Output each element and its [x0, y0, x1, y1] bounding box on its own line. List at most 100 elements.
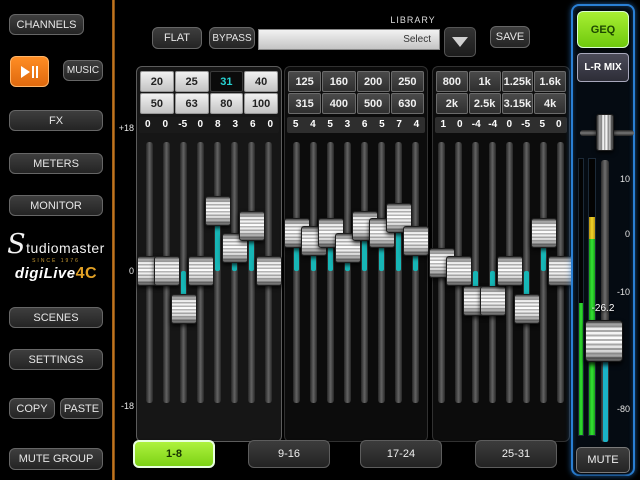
pan-slider-knob[interactable] [596, 114, 614, 151]
tab-1-8[interactable]: 1-8 [133, 440, 215, 468]
tab-25-31[interactable]: 25-31 [475, 440, 557, 468]
gain-value-0-2: -5 [174, 117, 192, 133]
model-logo: digiLive4C [6, 265, 106, 283]
sidebar-item-settings[interactable]: SETTINGS [9, 349, 103, 370]
bypass-button[interactable]: BYPASS [209, 27, 255, 49]
gain-value-1-7: 4 [408, 117, 425, 133]
save-button[interactable]: SAVE [490, 26, 530, 48]
sidebar: CHANNELS MUSIC FX METERS MONITOR Studiom… [0, 0, 112, 480]
freq-cell-80[interactable]: 80 [210, 93, 244, 114]
sidebar-item-music[interactable]: MUSIC [63, 60, 103, 81]
geq-fader-track-1-1[interactable] [310, 142, 317, 403]
freq-cell-200[interactable]: 200 [357, 71, 390, 92]
geq-fader-knob-2-6[interactable] [531, 218, 557, 248]
freq-cell-500[interactable]: 500 [357, 93, 390, 114]
freq-cell-3.15k[interactable]: 3.15k [502, 93, 534, 114]
geq-fader-track-1-2[interactable] [327, 142, 334, 403]
freq-cell-800[interactable]: 800 [436, 71, 468, 92]
lr-mix-button[interactable]: L-R MIX [577, 53, 629, 82]
freq-cell-2k[interactable]: 2k [436, 93, 468, 114]
freq-cell-1.25k[interactable]: 1.25k [502, 71, 534, 92]
geq-fader-knob-0-3[interactable] [188, 256, 214, 286]
paste-button[interactable]: PASTE [60, 398, 103, 419]
freq-cell-63[interactable]: 63 [175, 93, 209, 114]
gain-value-0-0: 0 [139, 117, 157, 133]
freq-grid-2: 125160200250 315400500630 [288, 71, 424, 114]
tab-9-16[interactable]: 9-16 [248, 440, 330, 468]
geq-fader-track-1-0[interactable] [293, 142, 300, 403]
mute-button[interactable]: MUTE [576, 447, 630, 473]
freq-cell-40[interactable]: 40 [244, 71, 278, 92]
freq-cell-1k[interactable]: 1k [469, 71, 501, 92]
library-select[interactable]: Select [258, 29, 440, 50]
gain-value-0-1: 0 [157, 117, 175, 133]
sidebar-item-monitor[interactable]: MONITOR [9, 195, 103, 216]
gain-value-1-1: 4 [304, 117, 321, 133]
geq-fader-knob-0-4[interactable] [205, 196, 231, 226]
sidebar-item-channels[interactable]: CHANNELS [9, 14, 84, 35]
play-pause-button[interactable] [10, 56, 49, 87]
geq-fader-track-0-6[interactable] [248, 142, 255, 403]
geq-fader-track-1-5[interactable] [378, 142, 385, 403]
geq-fader-track-1-7[interactable] [412, 142, 419, 403]
geq-fader-track-1-6[interactable] [395, 142, 402, 403]
gain-value-2-6: 5 [534, 117, 551, 133]
freq-cell-4k[interactable]: 4k [534, 93, 566, 114]
geq-fader-knob-2-1[interactable] [446, 256, 472, 286]
freq-cell-100[interactable]: 100 [244, 93, 278, 114]
freq-cell-160[interactable]: 160 [322, 71, 355, 92]
geq-fader-knob-0-1[interactable] [154, 256, 180, 286]
geq-button[interactable]: GEQ [577, 11, 629, 48]
freq-cell-630[interactable]: 630 [391, 93, 424, 114]
mute-group-button[interactable]: MUTE GROUP [9, 448, 103, 470]
freq-cell-315[interactable]: 315 [288, 93, 321, 114]
gain-value-2-7: 0 [551, 117, 568, 133]
master-fader-knob[interactable] [585, 320, 623, 362]
sidebar-item-fx[interactable]: FX [9, 110, 103, 131]
freq-cell-125[interactable]: 125 [288, 71, 321, 92]
scale-zero: 0 [110, 266, 134, 276]
mixer-app: CHANNELS MUSIC FX METERS MONITOR Studiom… [0, 0, 640, 480]
freq-cell-31[interactable]: 31 [210, 71, 244, 92]
geq-fader-track-1-4[interactable] [361, 142, 368, 403]
geq-fader-track-1-3[interactable] [344, 142, 351, 403]
geq-fader-knob-0-2[interactable] [171, 294, 197, 324]
level-meter-left [578, 158, 584, 436]
gain-value-1-4: 6 [356, 117, 373, 133]
play-pause-icon [21, 66, 30, 78]
geq-fader-knob-0-6[interactable] [239, 211, 265, 241]
flat-button[interactable]: FLAT [152, 27, 202, 49]
freq-cell-20[interactable]: 20 [140, 71, 174, 92]
freq-cell-50[interactable]: 50 [140, 93, 174, 114]
brand-logo: Studiomaster [6, 236, 106, 256]
geq-fader-knob-1-7[interactable] [403, 226, 429, 256]
gain-value-0-7: 0 [262, 117, 280, 133]
tab-17-24[interactable]: 17-24 [360, 440, 442, 468]
gain-row-2: 54536574 [287, 117, 425, 133]
sidebar-item-scenes[interactable]: SCENES [9, 307, 103, 328]
geq-fader-knob-0-7[interactable] [256, 256, 282, 286]
geq-fader-track-2-6[interactable] [540, 142, 547, 403]
meter-green-fill-0 [579, 303, 583, 435]
freq-cell-400[interactable]: 400 [322, 93, 355, 114]
gain-value-1-5: 5 [373, 117, 390, 133]
geq-fader-track-0-4[interactable] [214, 142, 221, 403]
geq-fader-knob-2-5[interactable] [514, 294, 540, 324]
geq-fader-track-0-5[interactable] [231, 142, 238, 403]
library-dropdown-button[interactable] [444, 27, 476, 57]
geq-fader-knob-2-4[interactable] [497, 256, 523, 286]
copy-button[interactable]: COPY [9, 398, 55, 419]
library-label: LIBRARY [388, 15, 438, 25]
freq-cell-2.5k[interactable]: 2.5k [469, 93, 501, 114]
gain-row-1: 00-508360 [139, 117, 279, 133]
geq-fader-knob-2-3[interactable] [480, 286, 506, 316]
level-meter-right [588, 158, 596, 436]
freq-cell-250[interactable]: 250 [391, 71, 424, 92]
freq-cell-25[interactable]: 25 [175, 71, 209, 92]
scale-minus18: -18 [110, 401, 134, 411]
gain-value-2-2: -4 [468, 117, 485, 133]
sidebar-item-meters[interactable]: METERS [9, 153, 103, 174]
gain-value-1-2: 5 [322, 117, 339, 133]
freq-cell-1.6k[interactable]: 1.6k [534, 71, 566, 92]
chevron-down-icon [452, 37, 468, 47]
